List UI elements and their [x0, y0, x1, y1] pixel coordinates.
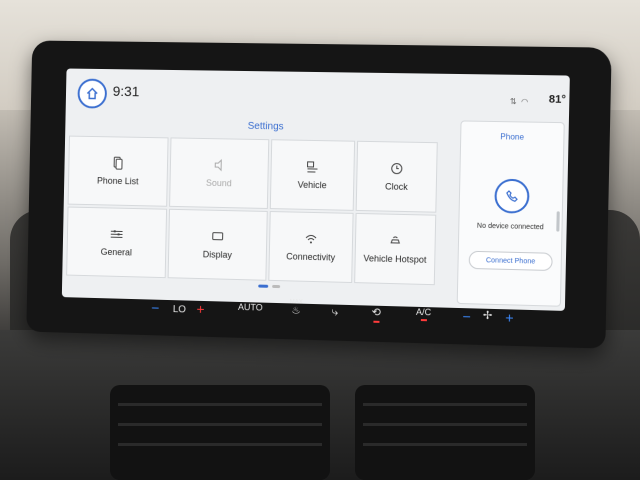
display-icon — [211, 230, 225, 244]
tile-label: General — [100, 246, 133, 258]
sliders-icon — [110, 227, 124, 241]
recirculation-button[interactable]: ⟲ — [371, 306, 381, 323]
plus-icon: + — [505, 309, 514, 326]
phone-list-icon — [111, 156, 125, 170]
temp-display: LO — [172, 304, 187, 316]
infotainment-device: 9:31 ⇅ ◠ 81° Settings Phone List Sound V… — [26, 40, 612, 349]
tile-phone-list[interactable]: Phone List — [67, 135, 169, 207]
ac-label: A/C — [415, 306, 432, 318]
vehicle-icon — [307, 161, 318, 173]
tile-label: Phone List — [96, 175, 139, 187]
connect-phone-button[interactable]: Connect Phone — [468, 250, 553, 272]
minus-icon: − — [462, 308, 472, 325]
tile-label: Vehicle Hotspot — [363, 253, 427, 265]
hotspot-icon — [388, 234, 402, 248]
status-bar: 9:31 ⇅ ◠ 81° — [66, 69, 570, 121]
home-icon — [85, 87, 99, 101]
tile-general[interactable]: General — [66, 206, 168, 279]
tile-label: Clock — [384, 181, 408, 192]
minus-icon: − — [151, 299, 160, 316]
page-dot-active — [258, 284, 269, 288]
tile-label: Sound — [205, 177, 232, 189]
defrost-icon: ♨ — [291, 305, 301, 317]
tile-vehicle[interactable]: Vehicle — [269, 139, 356, 211]
tile-clock[interactable]: Clock — [355, 140, 438, 213]
home-button[interactable] — [77, 78, 108, 109]
tile-display[interactable]: Display — [167, 208, 268, 281]
status-icons: ⇅ ◠ — [510, 97, 530, 106]
tile-connectivity[interactable]: Connectivity — [268, 211, 354, 284]
temp-down-button[interactable]: − — [151, 300, 159, 316]
plus-icon: + — [196, 300, 205, 317]
auto-label: AUTO — [237, 301, 263, 313]
phone-icon — [505, 189, 520, 203]
temp-up-button[interactable]: + — [196, 301, 204, 317]
speaker-icon — [212, 158, 226, 172]
settings-title: Settings — [247, 120, 284, 133]
outside-temperature: 81° — [548, 93, 567, 106]
tile-vehicle-hotspot[interactable]: Vehicle Hotspot — [354, 212, 437, 286]
auto-button[interactable]: AUTO — [238, 302, 263, 313]
air-vent-left — [110, 385, 330, 480]
page-dot — [272, 284, 281, 289]
max-defrost-button[interactable]: MAX ♨ — [289, 299, 303, 317]
fan-up-button[interactable]: + — [505, 309, 514, 325]
wifi-icon: ◠ — [520, 97, 530, 107]
clock-icon — [390, 161, 404, 175]
tile-label: Vehicle — [297, 179, 327, 191]
fan-icon: ✢ — [482, 309, 493, 323]
air-vent-right — [355, 385, 535, 480]
ac-button[interactable]: A/C — [416, 307, 431, 322]
signal-icon: ⇅ — [509, 96, 518, 107]
phone-button[interactable] — [494, 178, 530, 214]
seat-airflow-icon: ⤷ — [331, 304, 339, 319]
fan-speed-display: ✢ — [483, 309, 493, 322]
wifi-icon — [305, 234, 317, 244]
touchscreen: 9:31 ⇅ ◠ 81° Settings Phone List Sound V… — [61, 68, 570, 311]
fan-down-button[interactable]: − — [462, 308, 471, 324]
recirculation-icon: ⟲ — [371, 306, 382, 319]
page-indicator — [258, 284, 281, 289]
tile-label: Display — [202, 249, 233, 260]
tile-label: Connectivity — [286, 251, 336, 263]
clock-time: 9:31 — [112, 83, 140, 100]
fan-direction-button[interactable]: ⤷ — [331, 305, 338, 320]
phone-panel: Phone No device connected Connect Phone — [456, 120, 565, 307]
phone-status: No device connected — [476, 222, 544, 232]
panel-scroll-handle[interactable] — [556, 211, 560, 232]
phone-panel-title: Phone — [500, 132, 525, 142]
tile-sound[interactable]: Sound — [169, 137, 270, 209]
